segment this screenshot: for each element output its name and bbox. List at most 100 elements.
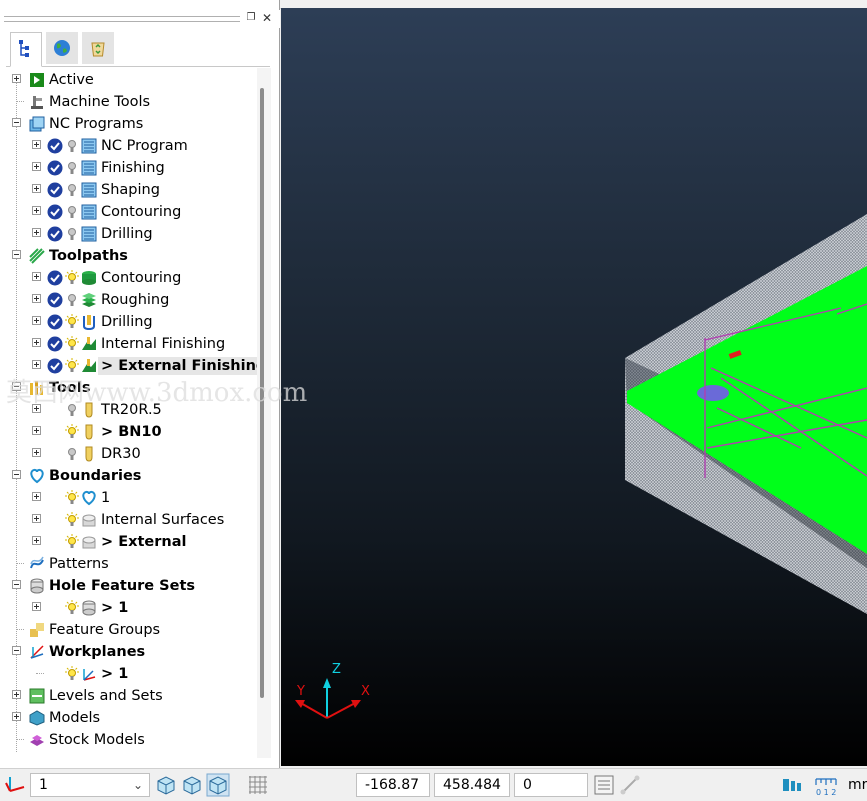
expand-icon[interactable] [12, 712, 21, 721]
grid-icon[interactable] [246, 773, 270, 797]
tree-item[interactable]: 1 [0, 487, 258, 509]
tree-item[interactable]: Drilling [0, 223, 258, 245]
check-icon[interactable] [47, 336, 63, 352]
expand-icon[interactable] [32, 294, 41, 303]
bulb-on-icon[interactable] [64, 666, 80, 682]
check-icon[interactable] [47, 292, 63, 308]
check-icon[interactable] [47, 160, 63, 176]
expand-icon[interactable] [32, 602, 41, 611]
view-iso-z-icon[interactable] [206, 773, 230, 797]
snap-icon[interactable] [618, 773, 642, 797]
bulb-on-icon[interactable] [64, 490, 80, 506]
expand-icon[interactable] [32, 140, 41, 149]
bulb-on-icon[interactable] [64, 424, 80, 440]
bulb-off-icon[interactable] [64, 138, 80, 154]
tree-item[interactable]: Feature Groups [0, 619, 258, 641]
collapse-icon[interactable] [12, 250, 21, 259]
collapse-icon[interactable] [12, 118, 21, 127]
tree-item[interactable]: > BN10 [0, 421, 258, 443]
coordinate-y-field[interactable]: 458.484 [434, 773, 510, 797]
bulb-off-icon[interactable] [64, 446, 80, 462]
units-ruler-icon[interactable]: 0 1 2 [814, 773, 838, 797]
expand-icon[interactable] [32, 316, 41, 325]
graphics-viewport[interactable]: Z X Y [281, 8, 867, 766]
view-iso-x-icon[interactable] [154, 773, 178, 797]
check-icon[interactable] [47, 204, 63, 220]
tolerance-icon[interactable] [780, 773, 804, 797]
workplane-status-icon[interactable] [4, 773, 28, 797]
bulb-off-icon[interactable] [64, 182, 80, 198]
tree-item[interactable]: > 1 [0, 663, 258, 685]
check-icon[interactable] [47, 138, 63, 154]
bulb-on-icon[interactable] [64, 534, 80, 550]
tree-item[interactable]: > 1 [0, 597, 258, 619]
bulb-on-icon[interactable] [64, 336, 80, 352]
tree-item[interactable]: Internal Surfaces [0, 509, 258, 531]
expand-icon[interactable] [12, 690, 21, 699]
tree-item-label: Machine Tools [49, 94, 151, 110]
tree-item[interactable]: NC Programs [0, 113, 258, 135]
expand-icon[interactable] [32, 360, 41, 369]
tree-item[interactable]: Hole Feature Sets [0, 575, 258, 597]
tab-recycle-bin[interactable] [82, 32, 114, 64]
tree-item[interactable]: Active [0, 69, 258, 91]
expand-icon[interactable] [32, 426, 41, 435]
tree-item[interactable]: Patterns [0, 553, 258, 575]
tree-item[interactable]: Boundaries [0, 465, 258, 487]
bulb-on-icon[interactable] [64, 314, 80, 330]
tree-item[interactable]: Levels and Sets [0, 685, 258, 707]
workplane-select[interactable]: 1 ⌄ [30, 773, 150, 797]
expand-icon[interactable] [32, 272, 41, 281]
tree-item[interactable]: Contouring [0, 201, 258, 223]
expand-icon[interactable] [32, 514, 41, 523]
view-iso-y-icon[interactable] [180, 773, 204, 797]
coordinate-list-icon[interactable] [592, 773, 616, 797]
tree-item[interactable]: Models [0, 707, 258, 729]
tree-item[interactable]: Machine Tools [0, 91, 258, 113]
tree-item[interactable]: Workplanes [0, 641, 258, 663]
tree-item[interactable]: Stock Models [0, 729, 258, 751]
coordinate-x-field[interactable]: -168.87 [356, 773, 430, 797]
check-icon[interactable] [47, 182, 63, 198]
check-icon[interactable] [47, 226, 63, 242]
bulb-on-icon[interactable] [64, 600, 80, 616]
coordinate-z-field[interactable]: 0 [514, 773, 588, 797]
pin-icon[interactable]: ❐ [244, 10, 258, 26]
bulb-off-icon[interactable] [64, 160, 80, 176]
check-icon[interactable] [47, 314, 63, 330]
expand-icon[interactable] [32, 184, 41, 193]
bulb-on-icon[interactable] [64, 270, 80, 286]
expand-icon[interactable] [32, 492, 41, 501]
close-icon[interactable]: ✕ [260, 10, 274, 26]
tree-scrollbar[interactable] [257, 68, 271, 758]
expand-icon[interactable] [32, 162, 41, 171]
check-icon[interactable] [47, 270, 63, 286]
tree-item[interactable]: Roughing [0, 289, 258, 311]
collapse-icon[interactable] [12, 470, 21, 479]
tree-item[interactable]: DR30 [0, 443, 258, 465]
bulb-off-icon[interactable] [64, 226, 80, 242]
tree-item[interactable]: Toolpaths [0, 245, 258, 267]
expand-icon[interactable] [32, 206, 41, 215]
bulb-off-icon[interactable] [64, 204, 80, 220]
expand-icon[interactable] [12, 74, 21, 83]
tree-item[interactable]: NC Program [0, 135, 258, 157]
tree-item[interactable]: Contouring [0, 267, 258, 289]
tree-item[interactable]: Internal Finishing [0, 333, 258, 355]
expand-icon[interactable] [32, 338, 41, 347]
collapse-icon[interactable] [12, 580, 21, 589]
tab-globe[interactable] [46, 32, 78, 64]
tree-item[interactable]: > External [0, 531, 258, 553]
collapse-icon[interactable] [12, 646, 21, 655]
expand-icon[interactable] [32, 228, 41, 237]
bulb-on-icon[interactable] [64, 512, 80, 528]
expand-icon[interactable] [32, 448, 41, 457]
expand-icon[interactable] [32, 536, 41, 545]
tree-item[interactable]: Shaping [0, 179, 258, 201]
panel-titlebar[interactable]: ❐ ✕ [0, 10, 280, 28]
tree-item[interactable]: Finishing [0, 157, 258, 179]
tree-item[interactable]: Drilling [0, 311, 258, 333]
panel-drag-grip[interactable] [4, 16, 240, 22]
bulb-off-icon[interactable] [64, 292, 80, 308]
tab-explorer[interactable] [10, 32, 42, 67]
